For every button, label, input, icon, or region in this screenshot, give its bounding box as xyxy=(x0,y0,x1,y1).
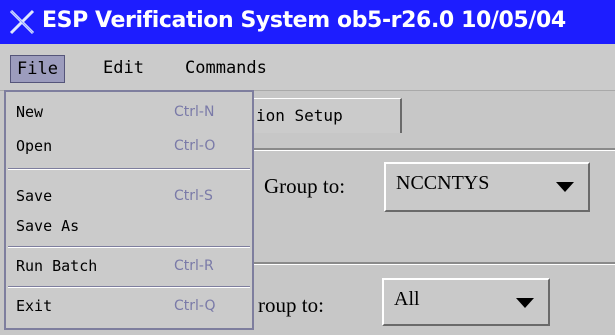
group-select-2[interactable]: All xyxy=(382,278,550,326)
menu-file[interactable]: File xyxy=(10,55,65,83)
menu-item-shortcut: Ctrl-R xyxy=(174,258,214,274)
tab-setup[interactable]: ion Setup xyxy=(240,98,402,133)
window-title: ESP Verification System ob5-r26.0 10/05/… xyxy=(42,8,566,33)
menu-item-label: Save xyxy=(16,187,53,205)
file-menu-dropdown: New Ctrl-N Open Ctrl-O Save Ctrl-S Save … xyxy=(4,90,254,330)
group-label-2: roup to: xyxy=(258,293,324,317)
menu-separator xyxy=(8,286,250,288)
menu-item-open[interactable]: Open Ctrl-O xyxy=(6,130,252,162)
menu-item-shortcut: Ctrl-N xyxy=(174,104,215,120)
group-label-1: Group to: xyxy=(264,174,346,198)
x-logo-icon xyxy=(9,9,35,35)
menu-item-new[interactable]: New Ctrl-N xyxy=(6,96,252,128)
menu-item-label: Save As xyxy=(16,217,80,235)
menu-item-label: New xyxy=(16,103,44,121)
title-bar: ESP Verification System ob5-r26.0 10/05/… xyxy=(0,0,615,44)
chevron-down-icon xyxy=(556,182,574,192)
menu-item-exit[interactable]: Exit Ctrl-Q xyxy=(6,290,252,322)
panel-divider xyxy=(240,264,615,265)
menu-separator xyxy=(8,168,250,170)
tab-label: ion Setup xyxy=(256,106,343,125)
menu-item-shortcut: Ctrl-O xyxy=(174,138,216,154)
menu-edit[interactable]: Edit xyxy=(98,54,149,82)
group-select-2-value: All xyxy=(394,288,420,310)
menu-item-run-batch[interactable]: Run Batch Ctrl-R xyxy=(6,250,252,282)
menu-item-label: Run Batch xyxy=(16,257,98,275)
menu-item-shortcut: Ctrl-S xyxy=(174,188,213,204)
menu-item-save-as[interactable]: Save As xyxy=(6,210,252,242)
menu-item-label: Exit xyxy=(16,297,53,315)
menu-commands[interactable]: Commands xyxy=(180,54,272,82)
menu-item-save[interactable]: Save Ctrl-S xyxy=(6,180,252,212)
group-select-1[interactable]: NCCNTYS xyxy=(384,162,590,212)
menu-item-shortcut: Ctrl-Q xyxy=(174,298,216,314)
menu-item-label: Open xyxy=(16,137,53,155)
chevron-down-icon xyxy=(516,298,534,308)
group-select-1-value: NCCNTYS xyxy=(396,172,490,194)
menu-bar: File Edit Commands xyxy=(0,44,615,91)
menu-separator xyxy=(8,246,250,248)
panel-divider xyxy=(240,150,615,151)
